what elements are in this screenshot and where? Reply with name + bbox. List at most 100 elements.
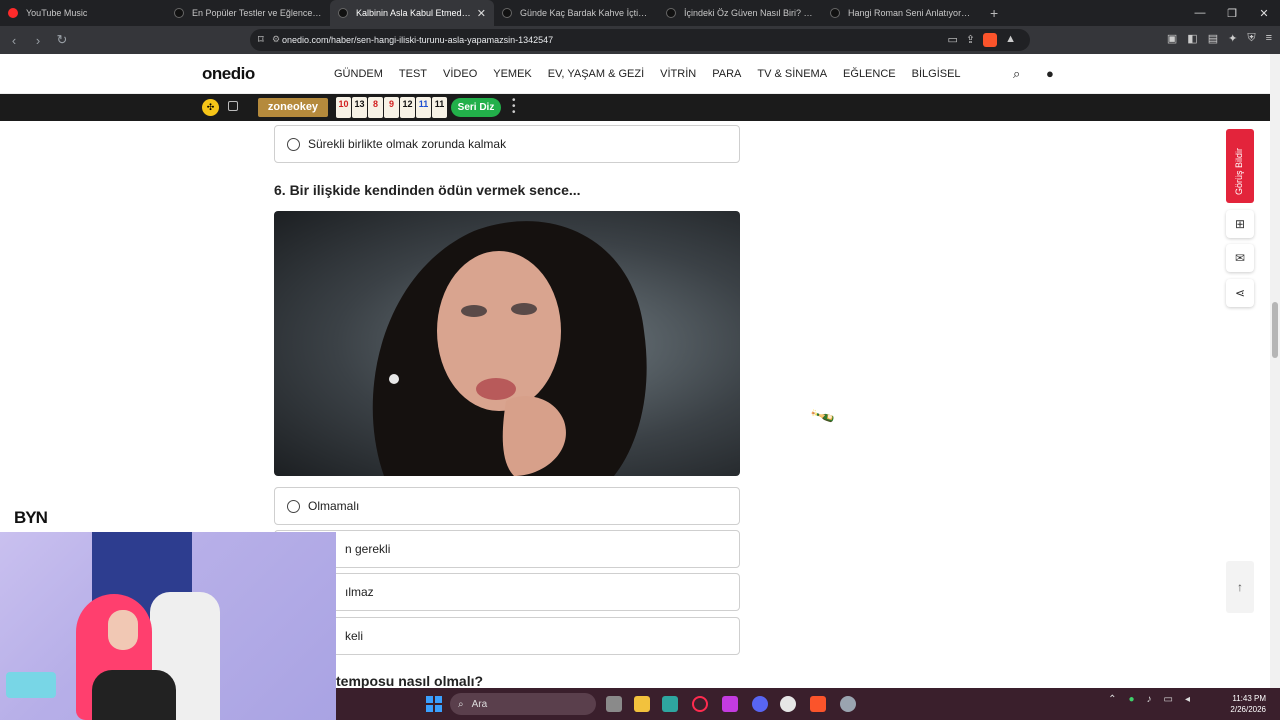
windows-start-icon[interactable] — [426, 696, 442, 712]
taskbar-search-label: Ara — [471, 698, 488, 710]
quiz-option[interactable]: Sürekli birlikte olmak zorunda kalmak — [274, 125, 740, 163]
feedback-button[interactable]: Görüş Bildir — [1226, 129, 1254, 203]
tab-search-icon[interactable]: ▣ — [1167, 32, 1177, 45]
forward-icon[interactable]: › — [28, 30, 48, 50]
tab-label: Kalbinin Asla Kabul Etmediği İlişk — [356, 8, 471, 18]
radio-button[interactable] — [287, 499, 300, 513]
nav-item-tv-sinema[interactable]: TV & SİNEMA — [757, 68, 827, 80]
user-icon[interactable]: ● — [1046, 66, 1054, 81]
tab-ozguven[interactable]: İçindeki Öz Güven Nasıl Biri? - Onedi — [658, 0, 822, 26]
taskbar-search[interactable]: ⌕ Ara — [450, 693, 596, 715]
onedio-icon — [338, 8, 348, 18]
clock-time: 11:43 PM — [1232, 694, 1266, 703]
quiz-option[interactable]: n gerekli — [274, 530, 740, 568]
chevron-up-icon[interactable]: ⌃ — [1108, 694, 1116, 705]
taskbar-clock[interactable]: 11:43 PM 2/26/2026 — [1230, 693, 1266, 715]
wallet-icon[interactable]: ▤ — [1208, 32, 1218, 45]
okey-tile: 12 — [400, 97, 415, 118]
toolbar-extensions: ▣ ◧ ▤ ✦ ⛨ ≡ — [1167, 32, 1272, 45]
option-label: Olmamalı — [308, 499, 360, 513]
zoneokey-logo[interactable]: zoneokey — [258, 98, 328, 117]
network-icon[interactable]: ▭ — [1164, 694, 1173, 705]
store-icon[interactable] — [662, 696, 678, 712]
close-tab-icon[interactable]: ✕ — [477, 7, 486, 20]
app-icon[interactable] — [722, 696, 738, 712]
search-icon: ⌕ — [458, 698, 464, 710]
status-dot-icon[interactable]: ● — [1128, 694, 1134, 705]
brave-shields-icon[interactable] — [983, 33, 998, 47]
discord-icon[interactable] — [752, 696, 768, 712]
camera-icon[interactable] — [228, 101, 238, 111]
url-actions: ▭ ⇪ ▲ — [947, 33, 1016, 47]
brave-rewards-icon[interactable]: ▲ — [1005, 33, 1016, 47]
quiz-option[interactable]: Olmamalı — [274, 487, 740, 525]
cast-icon[interactable]: ▭ — [947, 33, 957, 47]
tab-label: YouTube Music — [26, 8, 88, 18]
tab-roman[interactable]: Hangi Roman Seni Anlatıyor? - Oned — [822, 0, 982, 26]
tab-youtube-music[interactable]: YouTube Music — [0, 0, 166, 26]
site-info-icon[interactable]: ⚙ — [272, 34, 280, 45]
tab-label: Günde Kaç Bardak Kahve İçtiğini Tah — [520, 8, 650, 18]
settings-icon[interactable] — [840, 696, 856, 712]
sidebar-icon[interactable]: ◧ — [1187, 32, 1197, 45]
nav-item-eglence[interactable]: EĞLENCE — [843, 68, 896, 80]
back-icon[interactable]: ‹ — [4, 30, 24, 50]
obs-icon[interactable] — [780, 696, 796, 712]
tab-label: En Popüler Testler ve Eğlenceli Quizle — [192, 8, 322, 18]
task-view-icon[interactable] — [606, 696, 622, 712]
okey-tiles: 10 13 8 9 12 11 11 — [336, 97, 447, 118]
bottle-cursor-icon: 🍾 — [808, 401, 838, 431]
onedio-icon — [830, 8, 840, 18]
tab-kahve[interactable]: Günde Kaç Bardak Kahve İçtiğini Tah — [494, 0, 658, 26]
desk-item — [6, 672, 56, 698]
bookmark-icon[interactable]: ⌑ — [258, 33, 264, 46]
share-icon[interactable]: ⇪ — [966, 33, 975, 47]
search-icon[interactable]: ⌕ — [1013, 66, 1020, 82]
opera-icon[interactable] — [692, 696, 708, 712]
file-explorer-icon[interactable] — [634, 696, 650, 712]
scroll-to-top-button[interactable]: ↑ — [1226, 561, 1254, 613]
nav-item-bilgisel[interactable]: BİLGİSEL — [912, 68, 961, 80]
nav-item-vitrin[interactable]: VİTRİN — [660, 68, 696, 80]
volume-icon[interactable]: ◂ — [1185, 694, 1190, 705]
radio-button[interactable] — [287, 137, 300, 151]
quiz-option[interactable]: ılmaz — [274, 573, 740, 611]
reload-icon[interactable]: ↻ — [52, 30, 72, 50]
nav-item-para[interactable]: PARA — [712, 68, 741, 80]
seri-diz-button[interactable]: Seri Diz — [451, 98, 501, 117]
comments-icon[interactable]: ✉ — [1226, 244, 1254, 272]
question-title: 6. Bir ilişkide kendinden ödün vermek se… — [274, 182, 581, 198]
coin-icon[interactable]: ✣ — [202, 99, 219, 116]
leo-ai-icon[interactable]: ✦ — [1228, 32, 1237, 45]
url-bar[interactable]: ⌑ ⚙ onedio.com/haber/sen-hangi-iliski-tu… — [250, 29, 1030, 51]
scrollbar-thumb[interactable] — [1272, 302, 1278, 358]
menu-icon[interactable]: ≡ — [1266, 32, 1272, 45]
option-label: n gerekli — [345, 542, 391, 556]
more-options-icon[interactable]: • • • — [512, 96, 517, 118]
page-scrollbar[interactable] — [1270, 54, 1280, 688]
tab-label: Hangi Roman Seni Anlatıyor? - Oned — [848, 8, 974, 18]
minimize-icon[interactable]: — — [1184, 0, 1216, 26]
bookmark-add-icon[interactable]: ⊞ — [1226, 210, 1254, 238]
question-image — [274, 211, 740, 476]
microphone-icon[interactable]: ♪ — [1147, 694, 1152, 705]
close-window-icon[interactable]: ✕ — [1248, 0, 1280, 26]
restore-icon[interactable]: ❐ — [1216, 0, 1248, 26]
window-controls: — ❐ ✕ — [1184, 0, 1280, 26]
browser-tab-strip: YouTube Music En Popüler Testler ve Eğle… — [0, 0, 1280, 26]
quiz-option[interactable]: keli — [274, 617, 740, 655]
nav-item-yemek[interactable]: YEMEK — [493, 68, 532, 80]
webcam-overlay — [0, 532, 336, 720]
nav-item-test[interactable]: TEST — [399, 68, 427, 80]
nav-item-video[interactable]: VİDEO — [443, 68, 477, 80]
okey-tile: 11 — [432, 97, 447, 118]
onedio-logo[interactable]: onedio — [202, 64, 255, 84]
tab-populer-testler[interactable]: En Popüler Testler ve Eğlenceli Quizle — [166, 0, 330, 26]
vpn-icon[interactable]: ⛨ — [1247, 32, 1255, 45]
tab-active-quiz[interactable]: Kalbinin Asla Kabul Etmediği İlişk ✕ — [330, 0, 494, 26]
nav-item-ev-yasam-gezi[interactable]: EV, YAŞAM & GEZİ — [548, 68, 644, 80]
brave-browser-icon[interactable] — [810, 696, 826, 712]
new-tab-icon[interactable]: + — [990, 5, 998, 21]
nav-item-gundem[interactable]: GÜNDEM — [334, 68, 383, 80]
share-icon[interactable]: ⋖ — [1226, 279, 1254, 307]
